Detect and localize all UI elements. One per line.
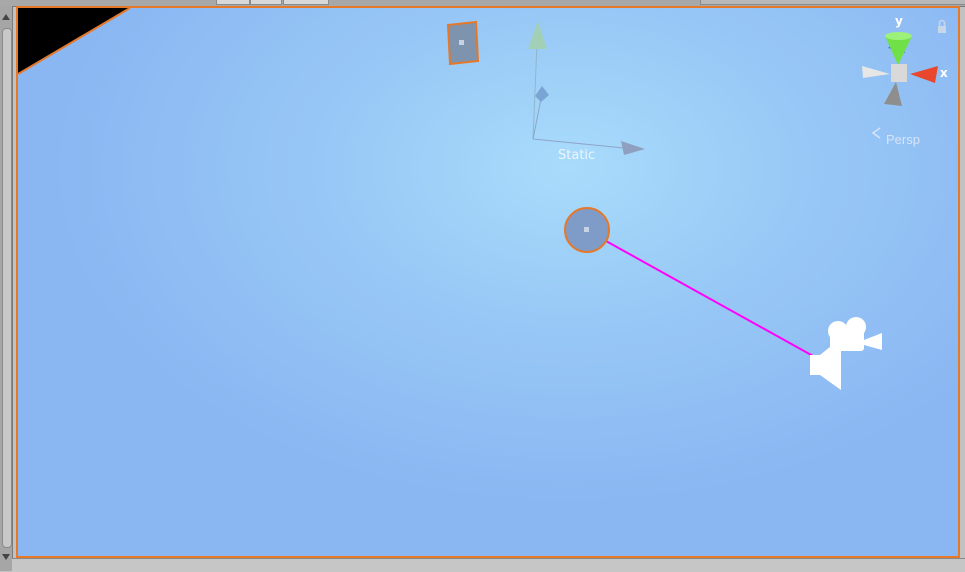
gizmo-neg-x-icon[interactable]: [862, 66, 890, 78]
vertical-scrollbar[interactable]: [0, 6, 13, 571]
gizmo-y-label[interactable]: y: [895, 14, 903, 28]
bottom-strip: [12, 558, 965, 572]
gizmo-y-cone-icon[interactable]: [528, 21, 547, 49]
gizmo-x-icon[interactable]: [910, 66, 938, 83]
toolbar-button[interactable]: [250, 0, 282, 5]
toolbar-search-field[interactable]: [700, 0, 965, 5]
speaker-icon[interactable]: [810, 338, 841, 390]
scrollbar-thumb[interactable]: [2, 28, 12, 548]
lock-icon[interactable]: [938, 19, 946, 34]
move-gizmo[interactable]: [528, 21, 645, 155]
scene-view[interactable]: Static Persp y x: [16, 6, 960, 558]
gizmo-x-label[interactable]: x: [940, 66, 948, 80]
selected-sphere[interactable]: [564, 207, 610, 253]
gizmo-y-icon[interactable]: [885, 36, 912, 65]
scene-canvas[interactable]: [18, 8, 960, 558]
gizmo-neg-y-icon[interactable]: [884, 82, 902, 106]
static-label: Static: [558, 148, 596, 163]
scroll-up-icon[interactable]: [2, 14, 10, 20]
gizmo-z-cone-icon[interactable]: [535, 86, 549, 102]
gizmo-y-axis: [532, 42, 538, 140]
gizmo-x-axis: [532, 138, 625, 149]
link-line: [605, 240, 814, 357]
gizmo-x-cone-icon[interactable]: [621, 141, 645, 155]
gizmo-center-cube[interactable]: [891, 64, 907, 82]
scroll-down-icon[interactable]: [2, 554, 10, 560]
selected-cube[interactable]: [446, 20, 480, 66]
gizmo-y-cap-icon: [885, 32, 912, 40]
toolbar-button[interactable]: [216, 0, 250, 5]
toolbar-button[interactable]: [283, 0, 329, 5]
persp-toggle-label[interactable]: Persp: [886, 132, 920, 147]
orientation-gizmo[interactable]: [862, 32, 938, 106]
persp-arrow-icon: [871, 127, 881, 139]
